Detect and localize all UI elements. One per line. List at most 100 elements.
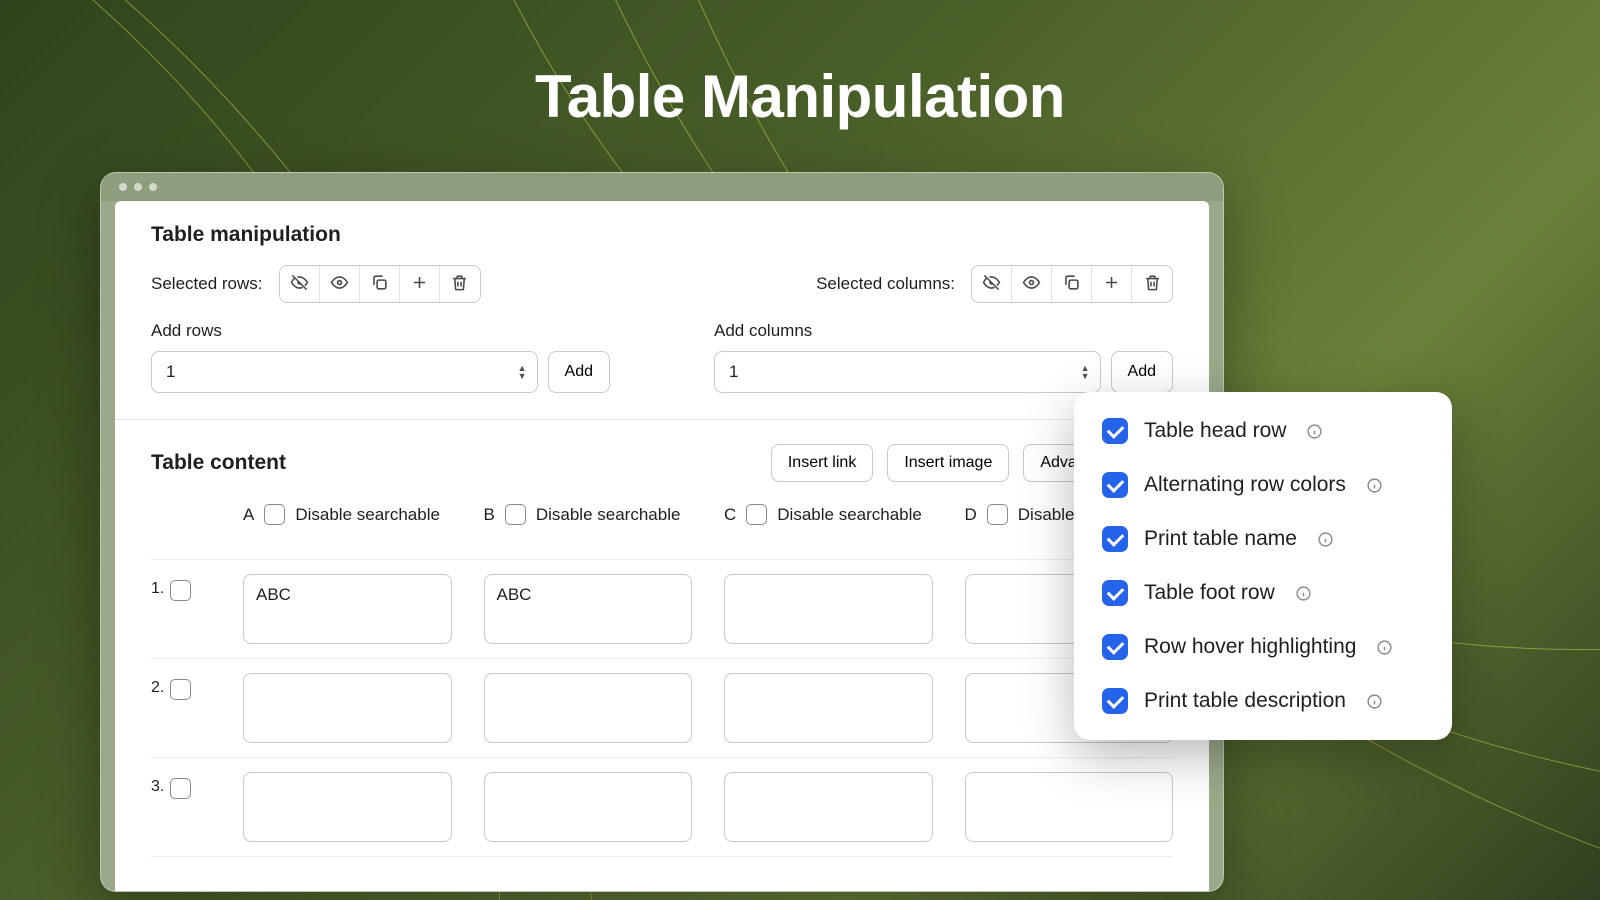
table-option-row: Table head row bbox=[1102, 418, 1424, 444]
column-letter: C bbox=[724, 505, 736, 525]
hide-rows-button[interactable] bbox=[280, 266, 320, 302]
table-option-row: Alternating row colors bbox=[1102, 472, 1424, 498]
column-header: A Disable searchable bbox=[243, 504, 452, 545]
selected-columns-toolbar bbox=[971, 265, 1173, 303]
table-option-row: Print table name bbox=[1102, 526, 1424, 552]
option-checkbox[interactable] bbox=[1102, 418, 1128, 444]
eye-off-icon bbox=[290, 273, 309, 295]
number-stepper[interactable]: ▲▼ bbox=[518, 364, 527, 380]
column-letter: B bbox=[484, 505, 495, 525]
option-checkbox[interactable] bbox=[1102, 688, 1128, 714]
copy-rows-button[interactable] bbox=[360, 266, 400, 302]
insert-image-button[interactable]: Insert image bbox=[887, 444, 1009, 482]
disable-searchable-checkbox[interactable] bbox=[505, 504, 526, 525]
copy-icon bbox=[370, 273, 389, 295]
column-letter: D bbox=[965, 505, 977, 525]
table-options-panel: Table head row Alternating row colors Prin… bbox=[1074, 392, 1452, 740]
info-icon[interactable] bbox=[1366, 477, 1383, 494]
table-cell[interactable] bbox=[724, 673, 933, 743]
row-select-checkbox[interactable] bbox=[170, 778, 191, 799]
disable-searchable-checkbox[interactable] bbox=[264, 504, 285, 525]
add-rows-input[interactable]: 1 ▲▼ bbox=[151, 351, 538, 393]
column-header: B Disable searchable bbox=[484, 504, 693, 545]
info-icon[interactable] bbox=[1376, 639, 1393, 656]
add-columns-value: 1 bbox=[729, 362, 738, 382]
add-columns-input[interactable]: 1 ▲▼ bbox=[714, 351, 1101, 393]
info-icon[interactable] bbox=[1366, 693, 1383, 710]
table-cell[interactable]: ABC bbox=[243, 574, 452, 644]
row-number: 2. bbox=[151, 679, 164, 697]
option-checkbox[interactable] bbox=[1102, 634, 1128, 660]
option-checkbox[interactable] bbox=[1102, 580, 1128, 606]
add-cols-button[interactable] bbox=[1092, 266, 1132, 302]
option-label: Table head row bbox=[1144, 419, 1286, 443]
table-cell[interactable] bbox=[484, 673, 693, 743]
info-icon[interactable] bbox=[1306, 423, 1323, 440]
table-cell[interactable] bbox=[724, 772, 933, 842]
show-cols-button[interactable] bbox=[1012, 266, 1052, 302]
plus-icon bbox=[1102, 273, 1121, 295]
hero-title: Table Manipulation bbox=[0, 62, 1600, 131]
hide-cols-button[interactable] bbox=[972, 266, 1012, 302]
table-cell[interactable] bbox=[243, 673, 452, 743]
selected-columns-label: Selected columns: bbox=[816, 274, 955, 294]
table-option-row: Row hover highlighting bbox=[1102, 634, 1424, 660]
traffic-dot bbox=[119, 183, 127, 191]
add-columns-block: Add columns 1 ▲▼ Add bbox=[714, 321, 1173, 393]
table-cell[interactable] bbox=[484, 772, 693, 842]
app-window: Table manipulation Selected rows: Select… bbox=[100, 172, 1224, 892]
table-option-row: Table foot row bbox=[1102, 580, 1424, 606]
copy-icon bbox=[1062, 273, 1081, 295]
eye-icon bbox=[330, 273, 349, 295]
number-stepper[interactable]: ▲▼ bbox=[1081, 364, 1090, 380]
row-label: 2. bbox=[151, 673, 211, 743]
disable-searchable-checkbox[interactable] bbox=[746, 504, 767, 525]
disable-searchable-label: Disable searchable bbox=[536, 505, 681, 525]
table-cell[interactable]: ABC bbox=[484, 574, 693, 644]
option-checkbox[interactable] bbox=[1102, 472, 1128, 498]
section-title-manipulation: Table manipulation bbox=[151, 223, 1173, 247]
table-cell[interactable] bbox=[724, 574, 933, 644]
eye-off-icon bbox=[982, 273, 1001, 295]
option-label: Row hover highlighting bbox=[1144, 635, 1356, 659]
window-titlebar bbox=[101, 173, 1223, 201]
info-icon[interactable] bbox=[1317, 531, 1334, 548]
row-label: 1. bbox=[151, 574, 211, 644]
row-number: 1. bbox=[151, 580, 164, 598]
selected-rows-toolbar bbox=[279, 265, 481, 303]
row-label: 3. bbox=[151, 772, 211, 842]
selected-rows-group: Selected rows: bbox=[151, 265, 481, 303]
row-select-checkbox[interactable] bbox=[170, 679, 191, 700]
table-cell[interactable] bbox=[243, 772, 452, 842]
section-divider bbox=[115, 419, 1209, 420]
row-select-checkbox[interactable] bbox=[170, 580, 191, 601]
disable-searchable-checkbox[interactable] bbox=[987, 504, 1008, 525]
row-divider bbox=[151, 559, 1173, 560]
column-letter: A bbox=[243, 505, 254, 525]
add-rows-value: 1 bbox=[166, 362, 175, 382]
trash-icon bbox=[1143, 273, 1162, 295]
insert-link-button[interactable]: Insert link bbox=[771, 444, 873, 482]
option-label: Print table name bbox=[1144, 527, 1297, 551]
plus-icon bbox=[410, 273, 429, 295]
show-rows-button[interactable] bbox=[320, 266, 360, 302]
section-title-content: Table content bbox=[151, 451, 286, 475]
disable-searchable-label: Disable searchable bbox=[295, 505, 440, 525]
add-rows-submit-button[interactable]: Add bbox=[548, 351, 610, 393]
add-rows-block: Add rows 1 ▲▼ Add bbox=[151, 321, 610, 393]
info-icon[interactable] bbox=[1295, 585, 1312, 602]
column-header: CDisable searchable bbox=[724, 504, 933, 545]
add-rows-button[interactable] bbox=[400, 266, 440, 302]
add-rows-label: Add rows bbox=[151, 321, 610, 341]
table-option-row: Print table description bbox=[1102, 688, 1424, 714]
row-divider bbox=[151, 856, 1173, 857]
delete-cols-button[interactable] bbox=[1132, 266, 1172, 302]
option-checkbox[interactable] bbox=[1102, 526, 1128, 552]
add-columns-submit-button[interactable]: Add bbox=[1111, 351, 1173, 393]
selected-rows-label: Selected rows: bbox=[151, 274, 263, 294]
delete-rows-button[interactable] bbox=[440, 266, 480, 302]
table-editor: ADisable searchableBDisable searchableCD… bbox=[151, 504, 1173, 871]
table-cell[interactable] bbox=[965, 772, 1174, 842]
selected-columns-group: Selected columns: bbox=[816, 265, 1173, 303]
copy-cols-button[interactable] bbox=[1052, 266, 1092, 302]
